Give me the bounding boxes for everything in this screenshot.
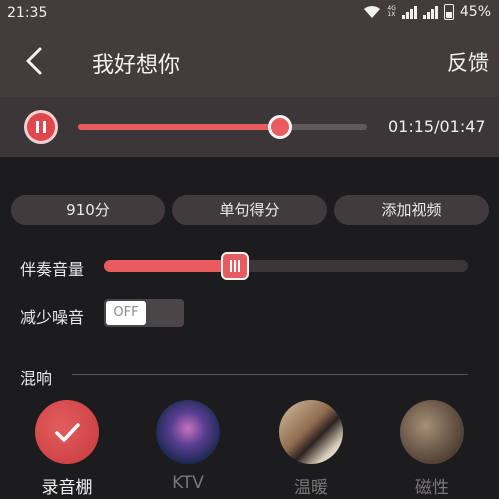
- feedback-button[interactable]: 反馈: [447, 47, 489, 77]
- battery-level: 45%: [459, 4, 491, 20]
- preset-studio[interactable]: [35, 400, 99, 464]
- chevron-left-icon[interactable]: [22, 46, 48, 76]
- page-title: 我好想你: [92, 53, 181, 78]
- playback-progress-knob[interactable]: [268, 115, 293, 139]
- wifi-icon: [364, 5, 381, 18]
- sentence-score-button[interactable]: 单句得分: [172, 195, 327, 225]
- accompaniment-volume-knob[interactable]: [221, 252, 250, 280]
- preset-ktv-label: KTV: [172, 473, 204, 493]
- score-button[interactable]: 910分: [11, 195, 165, 225]
- status-icons: 4G 1X 45%: [363, 4, 491, 20]
- toggle-state: OFF: [106, 301, 146, 325]
- preset-magnetic-label: 磁性: [415, 478, 449, 498]
- add-video-button[interactable]: 添加视频: [334, 195, 489, 225]
- preset-warm[interactable]: [279, 400, 343, 464]
- player-bar: 01:15/01:47: [0, 97, 499, 157]
- status-bar: 21:35 4G 1X 45%: [0, 0, 499, 26]
- network-type-label: 4G 1X: [387, 5, 396, 18]
- preset-magnetic[interactable]: [400, 400, 464, 464]
- accompaniment-volume-slider[interactable]: [104, 252, 468, 280]
- signal-icon: [401, 5, 417, 19]
- check-icon: [55, 423, 80, 442]
- divider: [72, 374, 468, 375]
- pause-icon: [27, 113, 55, 141]
- accompaniment-volume-fill: [104, 260, 236, 272]
- pause-button[interactable]: [24, 110, 58, 144]
- preset-studio-label: 录音棚: [41, 478, 93, 498]
- noise-reduction-toggle[interactable]: OFF: [104, 299, 184, 327]
- reverb-label: 混响: [20, 369, 53, 388]
- preset-ktv[interactable]: [156, 400, 220, 464]
- signal-icon: [422, 5, 438, 19]
- playback-time: 01:15/01:47: [388, 117, 486, 136]
- playback-progress-bar[interactable]: [78, 115, 367, 139]
- accompaniment-volume-label: 伴奏音量: [20, 260, 85, 279]
- preset-warm-label: 温暖: [294, 478, 328, 498]
- status-time: 21:35: [7, 5, 48, 21]
- noise-reduction-label: 减少噪音: [20, 308, 85, 327]
- battery-icon: [443, 4, 454, 20]
- playback-progress-fill: [78, 124, 281, 130]
